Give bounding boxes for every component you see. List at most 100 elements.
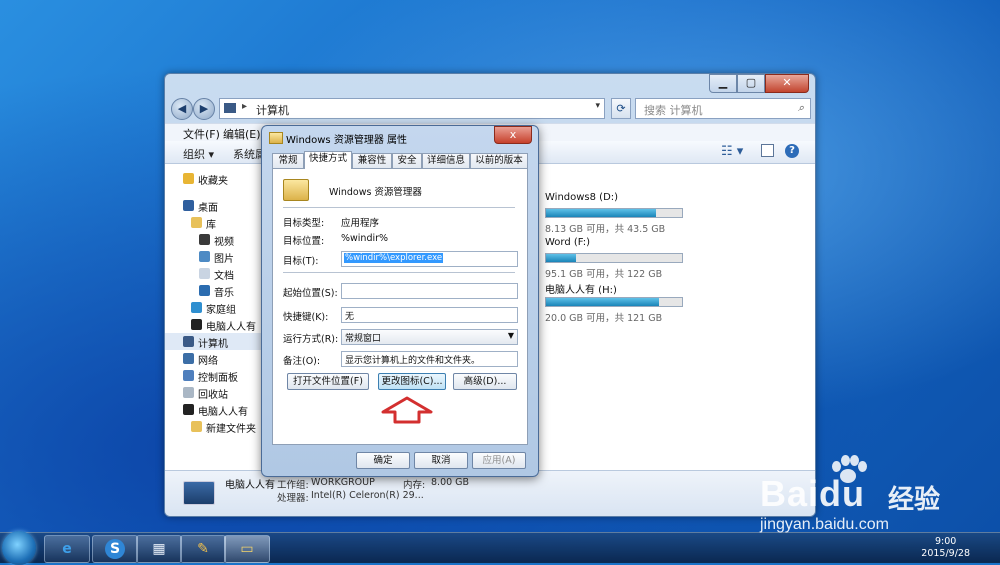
red-arrow-up-icon [381, 396, 433, 424]
sidebar-item[interactable]: 收藏夹 [165, 170, 263, 187]
internet-explorer-icon[interactable]: e [44, 535, 90, 563]
sidebar-item-label: 音乐 [214, 288, 234, 299]
user-icon [191, 319, 202, 330]
network-icon [183, 353, 194, 364]
details-pane: 电脑人人有 工作组: WORKGROUP 内存: 8.00 GB 处理器: In… [165, 470, 815, 516]
drive-name: Word (F:) [545, 237, 591, 248]
drive-name: 电脑人人有 (H:) [545, 285, 617, 296]
maximize-button[interactable]: ▢ [737, 74, 765, 93]
watermark-product: 经验 [888, 485, 941, 515]
sidebar-item[interactable]: 回收站 [165, 384, 263, 401]
run-select[interactable]: 常规窗口 ▼ [341, 329, 518, 345]
minimize-button[interactable]: ▁ [709, 74, 737, 93]
help-icon[interactable]: ? [785, 144, 799, 158]
explorer-icon [269, 132, 283, 144]
drive-d[interactable]: Windows8 (D:) 8.13 GB 可用，共 43.5 GB [545, 192, 695, 235]
properties-dialog[interactable]: Windows 资源管理器 属性 x 常规 快捷方式 兼容性 安全 详细信息 以… [261, 125, 539, 477]
tab-shortcut[interactable]: 快捷方式 [304, 151, 352, 169]
sidebar-item[interactable]: 视频 [165, 231, 263, 248]
sidebar-item[interactable]: 电脑人人有 [165, 316, 263, 333]
search-input[interactable]: 搜索 计算机 ⌕ [635, 98, 811, 119]
chevron-down-icon[interactable]: ▾ [595, 101, 600, 111]
address-text: 计算机 [256, 104, 289, 117]
drive-f[interactable]: Word (F:) 95.1 GB 可用，共 122 GB [545, 237, 695, 280]
target-label: 目标(T): [283, 256, 319, 267]
sidebar-item[interactable]: 图片 [165, 248, 263, 265]
control-panel-icon[interactable]: ▦ [136, 535, 182, 563]
address-bar[interactable]: ▸ 计算机 ▾ [219, 98, 605, 119]
start-in-field[interactable] [341, 283, 518, 299]
cpu-value: Intel(R) Celeron(R) 29... [311, 490, 424, 501]
sogou-icon[interactable]: S [92, 535, 138, 563]
sidebar-item-label: 网络 [198, 356, 218, 367]
preview-pane-icon[interactable] [761, 144, 774, 157]
start-button[interactable] [2, 531, 36, 565]
sidebar-item-label: 电脑人人有 [198, 407, 248, 418]
cancel-button[interactable]: 取消 [414, 452, 468, 469]
comment-field[interactable]: 显示您计算机上的文件和文件夹。 [341, 351, 518, 367]
target-location-value: %windir% [341, 233, 389, 244]
computer-icon [183, 336, 194, 347]
sidebar-item[interactable]: 控制面板 [165, 367, 263, 384]
library-icon [191, 217, 202, 228]
back-button[interactable]: ◀ [171, 98, 193, 120]
drive-usage-bar [545, 208, 683, 218]
organize-button[interactable]: 组织 ▾ [183, 146, 214, 162]
paint-icon[interactable]: ✎ [180, 535, 226, 563]
homegroup-icon [191, 302, 202, 313]
open-file-location-button[interactable]: 打开文件位置(F) [287, 373, 369, 390]
drive-h[interactable]: 电脑人人有 (H:) 20.0 GB 可用，共 121 GB [545, 281, 695, 324]
sidebar-item-label: 计算机 [198, 339, 228, 350]
advanced-button[interactable]: 高级(D)... [453, 373, 517, 390]
desktop-icon [183, 200, 194, 211]
breadcrumb-separator-icon: ▸ [242, 101, 248, 112]
forward-button[interactable]: ▶ [193, 98, 215, 120]
navigation-pane: 收藏夹 桌面库视频 图片 文档 音乐 家庭组 电脑人人有 计算机 网络 控制面板 回收站 电脑人人有新… [165, 164, 264, 470]
explorer-icon[interactable]: ▭ [224, 535, 270, 563]
tab-details[interactable]: 详细信息 [422, 153, 470, 168]
recycle-bin-icon [183, 387, 194, 398]
documents-icon [199, 268, 210, 279]
tab-compatibility[interactable]: 兼容性 [352, 153, 392, 168]
sidebar-item[interactable]: 家庭组 [165, 299, 263, 316]
sidebar-item[interactable]: 新建文件夹 [165, 418, 263, 435]
computer-name: 电脑人人有 [225, 480, 275, 491]
watermark-brand: Baidu [760, 473, 866, 514]
hotkey-field[interactable]: 无 [341, 307, 518, 323]
pictures-icon [199, 251, 210, 262]
target-location-label: 目标位置: [283, 236, 325, 247]
sidebar-item[interactable]: 计算机 [165, 333, 263, 350]
sidebar-item[interactable]: 桌面 [165, 197, 263, 214]
memory-label: 内存: [403, 480, 426, 491]
dialog-title: Windows 资源管理器 属性 [286, 135, 407, 146]
target-type-value: 应用程序 [341, 218, 380, 229]
cpu-label: 处理器: [277, 493, 309, 504]
target-field[interactable]: %windir%\explorer.exe [341, 251, 518, 267]
system-clock[interactable]: 9:00 2015/9/28 [921, 536, 970, 560]
sidebar-item[interactable]: 电脑人人有 [165, 401, 263, 418]
tab-previous-versions[interactable]: 以前的版本 [470, 153, 528, 168]
ok-button[interactable]: 确定 [356, 452, 410, 469]
video-icon [199, 234, 210, 245]
sidebar-item-label: 文档 [214, 271, 234, 282]
menu-file[interactable]: 文件(F) [183, 126, 220, 142]
drive-usage-bar [545, 253, 683, 263]
sidebar-item[interactable]: 文档 [165, 265, 263, 282]
close-button[interactable]: ✕ [765, 74, 809, 93]
sidebar-item[interactable]: 音乐 [165, 282, 263, 299]
search-icon[interactable]: ⌕ [798, 101, 804, 115]
sidebar-item[interactable]: 库 [165, 214, 263, 231]
sidebar-item-label: 图片 [214, 254, 234, 265]
apply-button[interactable]: 应用(A) [472, 452, 526, 469]
drive-usage-bar [545, 297, 683, 307]
view-options-icon[interactable]: ☷ ▾ [721, 144, 743, 159]
close-button[interactable]: x [494, 126, 532, 144]
refresh-button[interactable]: ⟳ [611, 98, 631, 119]
menu-edit[interactable]: 编辑(E) [223, 126, 261, 142]
sidebar-item[interactable]: 网络 [165, 350, 263, 367]
baidu-watermark: Baidu 经验 jingyan.baidu.com [760, 455, 990, 535]
tab-general[interactable]: 常规 [272, 153, 304, 168]
window-caption-buttons: ▁ ▢ ✕ [709, 74, 809, 93]
tab-security[interactable]: 安全 [392, 153, 422, 168]
change-icon-button[interactable]: 更改图标(C)... [378, 373, 446, 390]
